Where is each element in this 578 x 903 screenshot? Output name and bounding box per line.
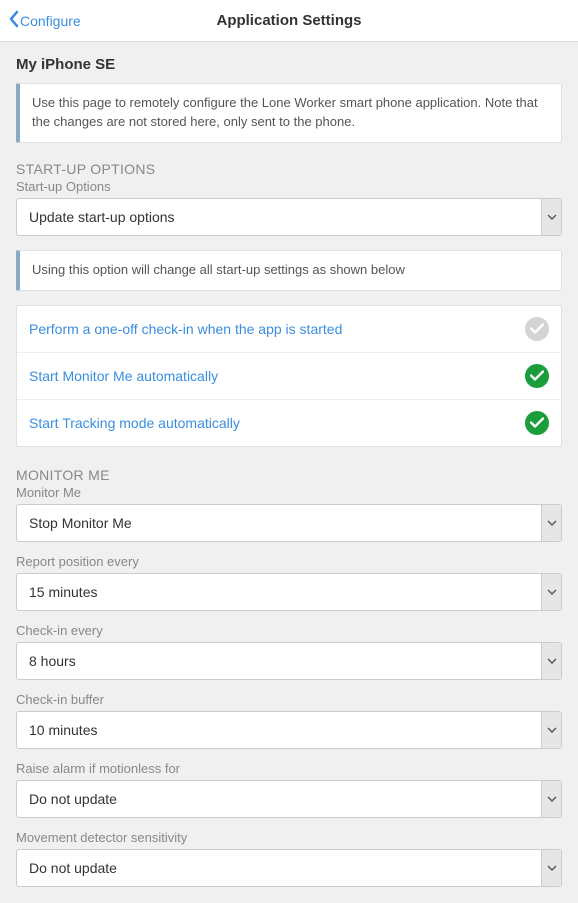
monitor-me-select-wrap: Do not update	[16, 780, 562, 818]
check-icon	[525, 317, 549, 341]
device-name: My iPhone SE	[16, 42, 562, 83]
monitor-me-field-label: Movement detector sensitivity	[16, 830, 562, 845]
startup-item-label: Perform a one-off check-in when the app …	[29, 321, 342, 337]
startup-list: Perform a one-off check-in when the app …	[16, 305, 562, 447]
monitor-me-select-wrap: Stop Monitor Me	[16, 504, 562, 542]
startup-note-box: Using this option will change all start-…	[16, 250, 562, 291]
monitor-me-field-label: Raise alarm if motionless for	[16, 761, 562, 776]
monitor-me-select[interactable]: 8 hours	[16, 642, 562, 680]
monitor-me-select[interactable]: 15 minutes	[16, 573, 562, 611]
monitor-me-select[interactable]: Do not update	[16, 849, 562, 887]
startup-item-tracking[interactable]: Start Tracking mode automatically	[17, 400, 561, 446]
topbar: Configure Application Settings	[0, 0, 578, 42]
monitor-me-select[interactable]: Do not update	[16, 780, 562, 818]
monitor-me-field-label: Check-in buffer	[16, 692, 562, 707]
back-button[interactable]: Configure	[0, 10, 81, 31]
monitor-me-field-label: Check-in every	[16, 623, 562, 638]
monitor-me-heading: MONITOR ME	[16, 467, 562, 483]
monitor-me-select-wrap: 10 minutes	[16, 711, 562, 749]
monitor-me-select[interactable]: 10 minutes	[16, 711, 562, 749]
startup-item-monitor-me[interactable]: Start Monitor Me automatically	[17, 353, 561, 400]
monitor-me-select-wrap: 15 minutes	[16, 573, 562, 611]
startup-heading: START-UP OPTIONS	[16, 161, 562, 177]
startup-select-wrap: Update start-up options	[16, 198, 562, 236]
monitor-me-select-wrap: Do not update	[16, 849, 562, 887]
check-icon	[525, 411, 549, 435]
page-title: Application Settings	[0, 12, 578, 29]
intro-info-box: Use this page to remotely configure the …	[16, 83, 562, 143]
content: My iPhone SE Use this page to remotely c…	[0, 42, 578, 903]
startup-item-label: Start Tracking mode automatically	[29, 415, 240, 431]
startup-item-label: Start Monitor Me automatically	[29, 368, 218, 384]
monitor-me-select[interactable]: Stop Monitor Me	[16, 504, 562, 542]
startup-item-checkin[interactable]: Perform a one-off check-in when the app …	[17, 306, 561, 353]
monitor-me-field-label: Report position every	[16, 554, 562, 569]
startup-label: Start-up Options	[16, 179, 562, 194]
monitor-me-select-wrap: 8 hours	[16, 642, 562, 680]
check-icon	[525, 364, 549, 388]
back-label: Configure	[20, 13, 81, 29]
monitor-me-field-label: Monitor Me	[16, 485, 562, 500]
startup-select[interactable]: Update start-up options	[16, 198, 562, 236]
chevron-left-icon	[8, 10, 20, 31]
